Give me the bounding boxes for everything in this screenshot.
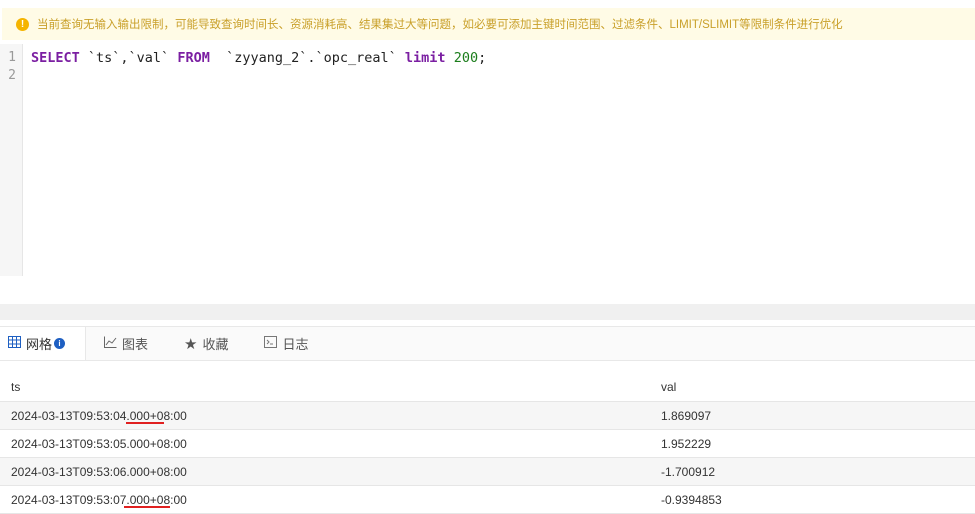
tab-grid[interactable]: 网格 i (0, 327, 86, 360)
tab-label: 图表 (122, 337, 149, 352)
result-tabs: 网格 i 图表 ★ 收藏 日志 (0, 326, 975, 361)
table-cell-val: -0.9394853 (650, 485, 975, 514)
tab-chart[interactable]: 图表 (86, 327, 166, 360)
table-cell-ts: 2024-03-13T09:53:04.000+08:00 (0, 401, 650, 430)
tab-log[interactable]: 日志 (246, 327, 326, 360)
grid-icon (8, 336, 21, 351)
warning-icon: ! (16, 17, 29, 31)
line-number-gutter: 1 2 (0, 44, 23, 276)
tab-label: 收藏 (202, 337, 229, 352)
table-row[interactable]: 2024-03-13T09:53:06.000+08:00 -1.700912 (0, 457, 975, 486)
sql-table: `zyyang_2`.`opc_real` (209, 50, 405, 66)
column-header-val[interactable]: val (650, 373, 975, 402)
annotation-underline (124, 506, 170, 508)
table-row[interactable]: 2024-03-13T09:53:05.000+08:00 1.952229 (0, 429, 975, 458)
table-cell-ts: 2024-03-13T09:53:05.000+08:00 (0, 429, 650, 458)
code-line[interactable]: SELECT `ts`,`val` FROM `zyyang_2`.`opc_r… (31, 50, 486, 66)
info-icon[interactable]: i (54, 338, 66, 349)
sql-keyword: limit (404, 50, 446, 66)
column-header-ts[interactable]: ts (0, 373, 650, 402)
table-cell-ts: 2024-03-13T09:53:06.000+08:00 (0, 457, 650, 486)
table-header-row: ts val (0, 373, 975, 402)
cell-text: 2024-03-13T09:53:07.000+08:00 (11, 492, 187, 507)
terminal-icon (264, 336, 278, 351)
sql-space (446, 50, 454, 66)
table-cell-val: 1.952229 (650, 429, 975, 458)
query-warning-banner: ! 当前查询无输入输出限制，可能导致查询时间长、资源消耗高、结果集过大等问题，如… (2, 8, 975, 40)
sql-number: 200 (453, 50, 479, 66)
table-cell-ts: 2024-03-13T09:53:07.000+08:00 (0, 485, 650, 514)
line-number: 1 (8, 50, 16, 65)
cell-text: 2024-03-13T09:53:04.000+08:00 (11, 408, 187, 423)
tab-label: 日志 (282, 337, 309, 352)
sql-columns: `ts`,`val` (79, 50, 178, 66)
tab-label: 网格 (26, 337, 53, 352)
result-table: ts val 2024-03-13T09:53:04.000+08:00 1.8… (0, 373, 975, 514)
tab-favorites[interactable]: ★ 收藏 (166, 327, 246, 360)
table-row[interactable]: 2024-03-13T09:53:07.000+08:00 -0.9394853 (0, 485, 975, 514)
annotation-underline (126, 422, 164, 424)
sql-terminator: ; (478, 50, 487, 66)
line-number: 2 (8, 68, 16, 83)
table-row[interactable]: 2024-03-13T09:53:04.000+08:00 1.869097 (0, 401, 975, 430)
sql-editor[interactable]: 1 2 SELECT `ts`,`val` FROM `zyyang_2`.`o… (0, 44, 975, 276)
warning-text: 当前查询无输入输出限制，可能导致查询时间长、资源消耗高、结果集过大等问题，如必要… (37, 19, 843, 31)
table-cell-val: -1.700912 (650, 457, 975, 486)
star-icon: ★ (184, 335, 198, 353)
sql-keyword: SELECT (31, 50, 80, 66)
sql-keyword: FROM (177, 50, 210, 66)
table-cell-val: 1.869097 (650, 401, 975, 430)
chart-icon (104, 336, 117, 351)
panel-splitter[interactable] (0, 304, 975, 320)
